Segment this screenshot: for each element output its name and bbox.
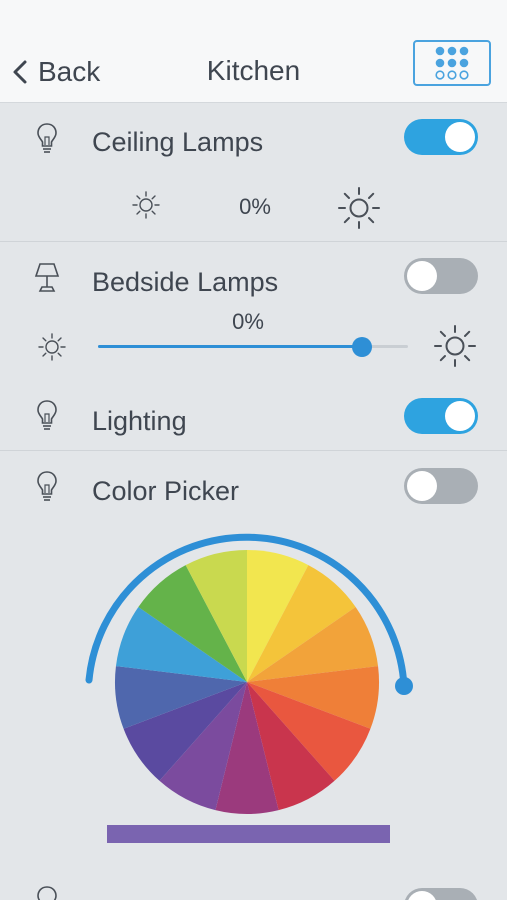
toggle-knob	[407, 891, 437, 900]
toggle-knob	[407, 261, 437, 291]
color-wheel[interactable]	[80, 512, 420, 822]
bedside-lamps-toggle[interactable]	[404, 258, 478, 294]
color-picker-toggle[interactable]	[404, 468, 478, 504]
selected-color-bar	[107, 825, 390, 843]
slider-fill	[98, 345, 362, 348]
ceiling-lamps-toggle[interactable]	[404, 119, 478, 155]
toggle-knob	[407, 471, 437, 501]
bulb-icon	[37, 400, 57, 430]
bedside-lamps-row: Bedside Lamps 0%	[0, 242, 507, 382]
color-picker-label: Color Picker	[92, 476, 240, 506]
dots-grid-button[interactable]	[413, 40, 491, 86]
ceiling-lamps-label: Ceiling Lamps	[92, 127, 264, 157]
bright-sun-icon[interactable]	[432, 323, 478, 369]
slider-thumb[interactable]	[351, 337, 372, 357]
next-row-toggle[interactable]	[404, 888, 478, 900]
dim-sun-icon[interactable]	[130, 189, 162, 221]
bulb-icon	[37, 886, 57, 900]
lighting-label: Lighting	[92, 406, 187, 436]
nav-bar: Back Kitchen	[0, 0, 507, 103]
lighting-toggle[interactable]	[404, 398, 478, 434]
bulb-icon	[37, 123, 57, 153]
toggle-knob	[445, 401, 475, 431]
bright-sun-icon[interactable]	[336, 185, 382, 231]
hue-arc-handle[interactable]	[395, 677, 413, 695]
dim-sun-icon[interactable]	[36, 331, 68, 363]
lighting-row: Lighting	[0, 382, 507, 450]
bulb-icon	[37, 471, 57, 501]
brightness-slider[interactable]	[98, 337, 408, 357]
toggle-knob	[445, 122, 475, 152]
ceiling-lamps-percent: 0%	[239, 194, 271, 219]
bedside-lamps-label: Bedside Lamps	[92, 267, 279, 297]
ceiling-lamps-row: Ceiling Lamps 0%	[0, 103, 507, 241]
dots-grid-icon	[435, 46, 469, 80]
lamp-icon	[34, 263, 60, 292]
next-row	[0, 880, 507, 900]
bedside-lamps-percent: 0%	[232, 309, 264, 334]
